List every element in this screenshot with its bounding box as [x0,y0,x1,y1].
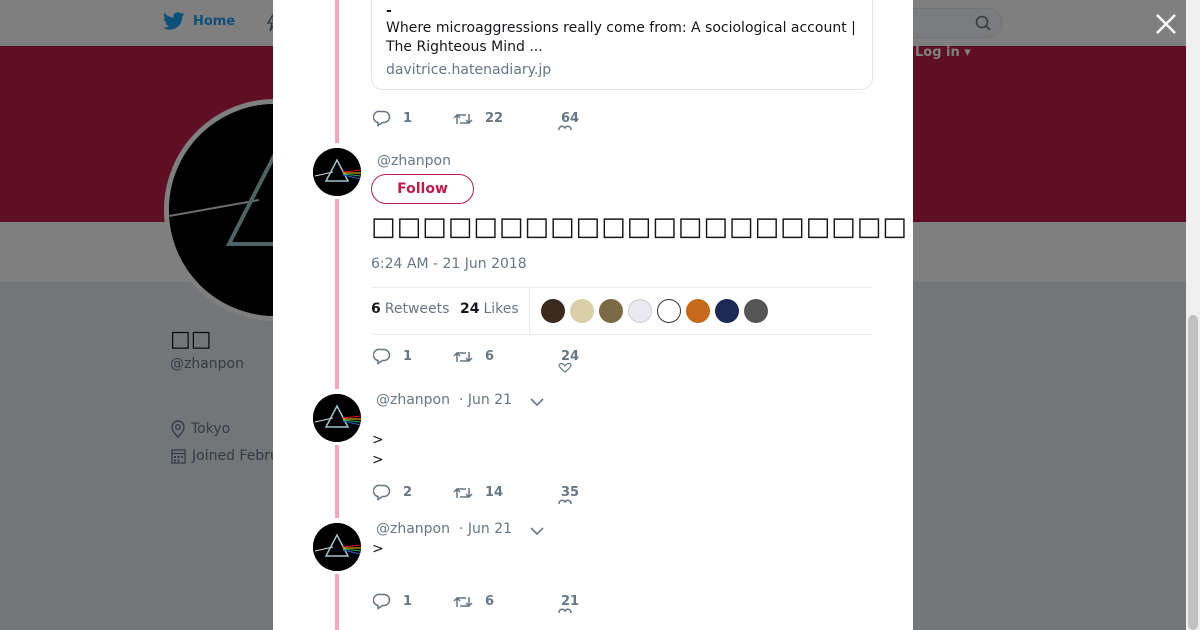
heart-icon [558,363,572,373]
thread-line [335,445,339,518]
retweets-stat[interactable]: 6 Retweets [371,301,449,317]
retweet-button[interactable]: 14 [453,485,561,500]
tweet-handle[interactable]: @zhanpon [376,521,450,537]
scrollbar-thumb[interactable] [1188,315,1198,630]
tweet-stats: 6 Retweets 24 Likes [371,287,873,335]
reply-icon [373,110,391,127]
reply-count: 1 [403,111,413,126]
like-count: 24 [561,349,580,364]
like-button[interactable]: 24 [558,349,580,373]
retweet-icon [453,596,473,607]
tweet-actions: 1 6 21 [373,593,580,614]
tweet-text-line: > [372,452,384,468]
likes-count: 24 [460,301,480,317]
reply-count: 1 [403,594,413,609]
retweet-icon [453,351,473,362]
tweet-modal: - Where microaggressions really come fro… [273,0,913,630]
card-domain: davitrice.hatenadiary.jp [386,62,552,78]
retweet-count: 6 [485,594,495,609]
chevron-down-icon[interactable] [530,527,544,535]
retweet-button[interactable]: 6 [453,349,561,364]
tweet-date[interactable]: · Jun 21 [459,521,512,537]
likers-avatars [541,299,768,323]
thread-line [335,199,339,389]
reply-button[interactable]: 1 [373,593,453,610]
tweet-actions: 2 14 35 [373,484,580,505]
thread-line [335,0,339,143]
like-count: 21 [561,594,580,609]
tweet-text-line: > [372,541,384,557]
tweet-date[interactable]: · Jun 21 [459,392,512,408]
liker-avatar[interactable] [715,299,739,323]
like-button[interactable]: 35 [558,485,580,505]
like-button[interactable]: 21 [558,594,580,614]
thread-line [335,574,339,630]
tweet-avatar[interactable] [313,394,361,442]
likes-stat[interactable]: 24 Likes [460,301,519,317]
tweet-text: □□□□□□□□□□□□□□□□□□□□□□□□□□□□□□□□□□□□□□□□… [371,212,906,242]
reply-button[interactable]: 1 [373,110,453,127]
tweet-timestamp[interactable]: 6:24 AM - 21 Jun 2018 [371,256,527,272]
reply-button[interactable]: 1 [373,348,453,365]
retweet-count: 6 [485,349,495,364]
reply-icon [373,593,391,610]
like-count: 64 [561,111,580,126]
chevron-down-icon[interactable] [530,398,544,406]
card-title: Where microaggressions really come from:… [386,20,856,55]
like-count: 35 [561,485,580,500]
follow-button[interactable]: Follow [371,174,474,204]
prism-image [313,523,361,571]
retweet-icon [453,113,473,124]
liker-avatar[interactable] [628,299,652,323]
liker-avatar[interactable] [657,299,681,323]
liker-avatar[interactable] [744,299,768,323]
retweets-count: 6 [371,301,381,317]
reply-icon [373,348,391,365]
heart-icon [558,608,572,614]
retweet-count: 14 [485,485,504,500]
heart-icon [558,125,572,131]
reply-button[interactable]: 2 [373,484,453,501]
card-dash: - [386,3,392,19]
retweet-button[interactable]: 6 [453,594,561,609]
reply-icon [373,484,391,501]
stats-divider [529,288,530,334]
link-card[interactable]: - Where microaggressions really come fro… [371,0,873,90]
likes-label: Likes [483,301,519,317]
liker-avatar[interactable] [686,299,710,323]
retweets-label: Retweets [384,301,450,317]
tweet-handle[interactable]: @zhanpon [377,153,451,169]
retweet-count: 22 [485,111,504,126]
prism-image [313,148,361,196]
tweet-actions: 1 22 64 [373,110,580,131]
close-icon[interactable] [1154,12,1178,36]
tweet-avatar[interactable] [313,523,361,571]
tweet-handle[interactable]: @zhanpon [376,392,450,408]
liker-avatar[interactable] [541,299,565,323]
reply-count: 2 [403,485,413,500]
liker-avatar[interactable] [599,299,623,323]
tweet-text-line: > [372,432,384,448]
liker-avatar[interactable] [570,299,594,323]
tweet-actions: 1 6 24 [373,348,580,373]
like-button[interactable]: 64 [558,111,580,131]
retweet-button[interactable]: 22 [453,111,561,126]
heart-icon [558,499,572,505]
reply-count: 1 [403,349,413,364]
tweet-avatar[interactable] [313,148,361,196]
retweet-icon [453,487,473,498]
prism-image [313,394,361,442]
